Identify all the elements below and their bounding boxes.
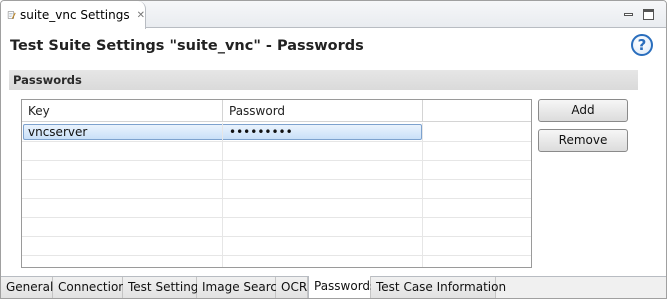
settings-page-tabs: General Connection Test Settings Image S… (1, 276, 666, 298)
filler-cell (423, 123, 531, 142)
table-row (22, 180, 531, 199)
section-title: Passwords (13, 73, 82, 87)
help-icon[interactable]: ? (631, 34, 653, 56)
tab-passwords[interactable]: Passwords (308, 276, 376, 298)
settings-editor-icon (7, 11, 16, 20)
table-row (22, 199, 531, 218)
tab-connection[interactable]: Connection (53, 277, 126, 298)
column-header-password[interactable]: Password (223, 100, 423, 122)
table-row (22, 218, 531, 237)
tab-image-search[interactable]: Image Search (197, 277, 285, 298)
tab-test-case-information[interactable]: Test Case Information (371, 277, 506, 298)
table-row[interactable]: vncserver ••••••••• (22, 123, 531, 142)
close-icon[interactable]: ✕ (137, 10, 145, 21)
add-button[interactable]: Add (538, 99, 628, 122)
editor-tab-strip: suite_vnc Settings ✕ (1, 1, 666, 29)
maximize-button[interactable] (643, 9, 654, 20)
minimize-button[interactable] (623, 9, 634, 20)
table-row (22, 142, 531, 161)
editor-tab-suite-settings[interactable]: suite_vnc Settings ✕ (1, 1, 146, 29)
table-row (22, 237, 531, 256)
page-title: Test Suite Settings "suite_vnc" - Passwo… (10, 38, 364, 54)
tab-ocr[interactable]: OCR (276, 277, 308, 298)
passwords-table[interactable]: Key Password vncserver ••••••••• (21, 99, 532, 268)
editor-tab-title: suite_vnc Settings (19, 8, 130, 22)
tab-general[interactable]: General (1, 277, 53, 298)
settings-editor: suite_vnc Settings ✕ Test Suite Settings… (0, 0, 667, 299)
column-header-key[interactable]: Key (22, 100, 223, 122)
remove-button[interactable]: Remove (538, 129, 628, 152)
section-header: Passwords (9, 70, 638, 90)
tab-test-settings[interactable]: Test Settings (123, 277, 205, 298)
table-row (22, 161, 531, 180)
column-header-filler (423, 100, 531, 122)
password-cell[interactable]: ••••••••• (223, 123, 423, 142)
table-row (22, 256, 531, 267)
key-cell[interactable]: vncserver (22, 123, 223, 142)
